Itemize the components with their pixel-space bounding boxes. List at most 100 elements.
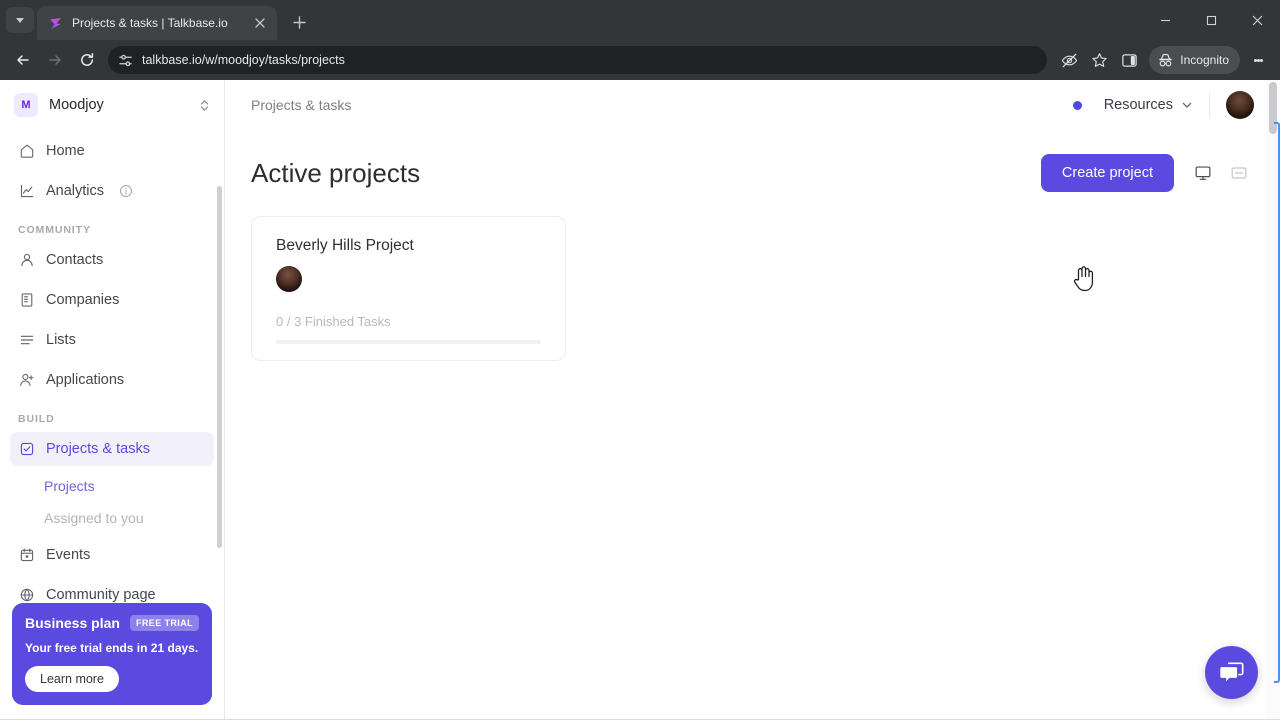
new-tab-button[interactable] — [285, 8, 313, 36]
list-icon — [18, 332, 35, 349]
resources-label: Resources — [1103, 97, 1173, 113]
person-add-icon — [18, 372, 35, 389]
tune-icon[interactable] — [118, 53, 133, 68]
sidebar-item-analytics[interactable]: Analytics — [10, 174, 214, 208]
star-icon[interactable] — [1085, 46, 1113, 74]
page-title: Active projects — [251, 157, 421, 188]
chevron-up-down-icon — [199, 99, 210, 112]
page-content: Active projects Create project Beverly H… — [225, 130, 1280, 719]
incognito-icon — [1157, 52, 1174, 69]
globe-icon — [18, 587, 35, 604]
kebab-menu-icon[interactable] — [1244, 46, 1272, 74]
sidebar-subitem-assigned-to-you[interactable]: Assigned to you — [10, 504, 214, 532]
workspace-name: Moodjoy — [49, 97, 104, 113]
sidebar-item-label: Lists — [46, 332, 76, 348]
chart-line-icon — [18, 183, 35, 200]
app-sidebar: M Moodjoy Home Analytics COMMUNITY Conta… — [0, 80, 225, 719]
side-panel-icon[interactable] — [1115, 46, 1143, 74]
status-dot — [1072, 100, 1082, 110]
page-viewport: M Moodjoy Home Analytics COMMUNITY Conta… — [0, 80, 1280, 720]
sidebar-item-companies[interactable]: Companies — [10, 283, 214, 317]
home-icon — [18, 143, 35, 160]
plan-title: Business plan — [25, 615, 120, 631]
plan-upgrade-card[interactable]: Business plan FREE TRIAL Your free trial… — [12, 603, 212, 705]
tab-strip: Projects & tasks | Talkbase.io — [0, 0, 1280, 40]
project-tasks-count: 0 / 3 Finished Tasks — [276, 314, 391, 329]
view-toggle-group — [1188, 158, 1254, 188]
sidebar-item-community-page[interactable]: Community page — [10, 578, 214, 603]
chevron-down-icon — [1181, 99, 1193, 111]
sidebar-item-label: Contacts — [46, 252, 104, 268]
sidebar-item-label: Applications — [46, 372, 125, 388]
workspace-logo: M — [14, 93, 38, 117]
sidebar-item-label: Projects & tasks — [46, 441, 150, 457]
info-icon[interactable] — [119, 184, 133, 198]
chat-widget-button[interactable] — [1205, 646, 1258, 699]
sidebar-item-label: Events — [46, 547, 91, 563]
tab-close-icon[interactable] — [251, 14, 269, 32]
calendar-icon — [18, 547, 35, 564]
list-view-icon[interactable] — [1224, 158, 1254, 188]
sidebar-item-contacts[interactable]: Contacts — [10, 243, 214, 277]
talkbase-logo-icon — [47, 15, 64, 32]
sidebar-subitem-label: Projects — [44, 478, 95, 494]
sidebar-item-events[interactable]: Events — [10, 538, 214, 572]
resources-menu[interactable]: Resources — [1104, 92, 1210, 118]
chevron-down-icon — [16, 17, 24, 23]
incognito-label: Incognito — [1180, 53, 1229, 67]
project-member-avatar — [276, 266, 302, 292]
main-scrollbar-track[interactable] — [1266, 80, 1280, 719]
projects-grid: Beverly Hills Project 0 / 3 Finished Tas… — [251, 216, 1254, 361]
building-icon — [18, 292, 35, 309]
free-trial-badge: FREE TRIAL — [130, 615, 199, 631]
plan-card-header: Business plan FREE TRIAL — [25, 615, 199, 631]
sidebar-subitem-label: Assigned to you — [44, 510, 144, 526]
sidebar-section-community: COMMUNITY — [18, 224, 91, 236]
sidebar-item-label: Community page — [46, 587, 156, 603]
project-name: Beverly Hills Project — [276, 237, 414, 254]
browser-toolbar: talkbase.io/w/moodjoy/tasks/projects Inc… — [0, 40, 1280, 80]
reload-icon[interactable] — [72, 45, 102, 75]
tab-search-button[interactable] — [6, 7, 34, 33]
sidebar-item-lists[interactable]: Lists — [10, 323, 214, 357]
main-scrollbar-thumb[interactable] — [1269, 82, 1277, 134]
sidebar-item-projects-tasks[interactable]: Projects & tasks — [10, 432, 214, 466]
workspace-switcher[interactable]: M Moodjoy — [0, 80, 224, 130]
sidebar-subitem-projects[interactable]: Projects — [10, 472, 214, 500]
url-text: talkbase.io/w/moodjoy/tasks/projects — [142, 53, 345, 67]
board-view-icon[interactable] — [1188, 158, 1218, 188]
tab-title: Projects & tasks | Talkbase.io — [72, 16, 228, 30]
app-topbar: Projects & tasks Resources — [225, 80, 1280, 130]
close-window-icon[interactable] — [1234, 0, 1280, 40]
sidebar-item-label: Analytics — [46, 183, 105, 199]
avatar[interactable] — [1226, 91, 1254, 119]
create-project-button[interactable]: Create project — [1040, 154, 1174, 192]
page-header: Active projects Create project — [251, 130, 1254, 216]
back-arrow-icon[interactable] — [8, 45, 38, 75]
sidebar-section-build: BUILD — [18, 413, 55, 425]
window-controls — [1142, 0, 1280, 40]
sidebar-scrollbar[interactable] — [217, 186, 222, 548]
browser-tab[interactable]: Projects & tasks | Talkbase.io — [37, 6, 277, 40]
learn-more-button[interactable]: Learn more — [25, 666, 119, 692]
breadcrumb[interactable]: Projects & tasks — [251, 97, 1073, 113]
browser-window: Projects & tasks | Talkbase.io talkbase.… — [0, 0, 1280, 720]
sidebar-nav: Home Analytics COMMUNITY Contacts Compan… — [0, 130, 224, 603]
check-square-icon — [18, 441, 35, 458]
sidebar-item-label: Companies — [46, 292, 120, 308]
sidebar-item-applications[interactable]: Applications — [10, 363, 214, 397]
project-card[interactable]: Beverly Hills Project 0 / 3 Finished Tas… — [251, 216, 566, 361]
maximize-icon[interactable] — [1188, 0, 1234, 40]
project-progress-bar — [276, 340, 541, 344]
main-content: Projects & tasks Resources Active projec… — [225, 80, 1280, 719]
minimize-icon[interactable] — [1142, 0, 1188, 40]
forward-arrow-icon — [40, 45, 70, 75]
incognito-indicator[interactable]: Incognito — [1149, 46, 1240, 74]
address-bar[interactable]: talkbase.io/w/moodjoy/tasks/projects — [108, 46, 1048, 74]
sidebar-item-home[interactable]: Home — [10, 134, 214, 168]
sidebar-item-label: Home — [46, 143, 85, 159]
chat-bubble-icon — [1218, 659, 1245, 686]
plan-subtitle: Your free trial ends in 21 days. — [25, 641, 199, 655]
eye-off-icon[interactable] — [1055, 46, 1083, 74]
